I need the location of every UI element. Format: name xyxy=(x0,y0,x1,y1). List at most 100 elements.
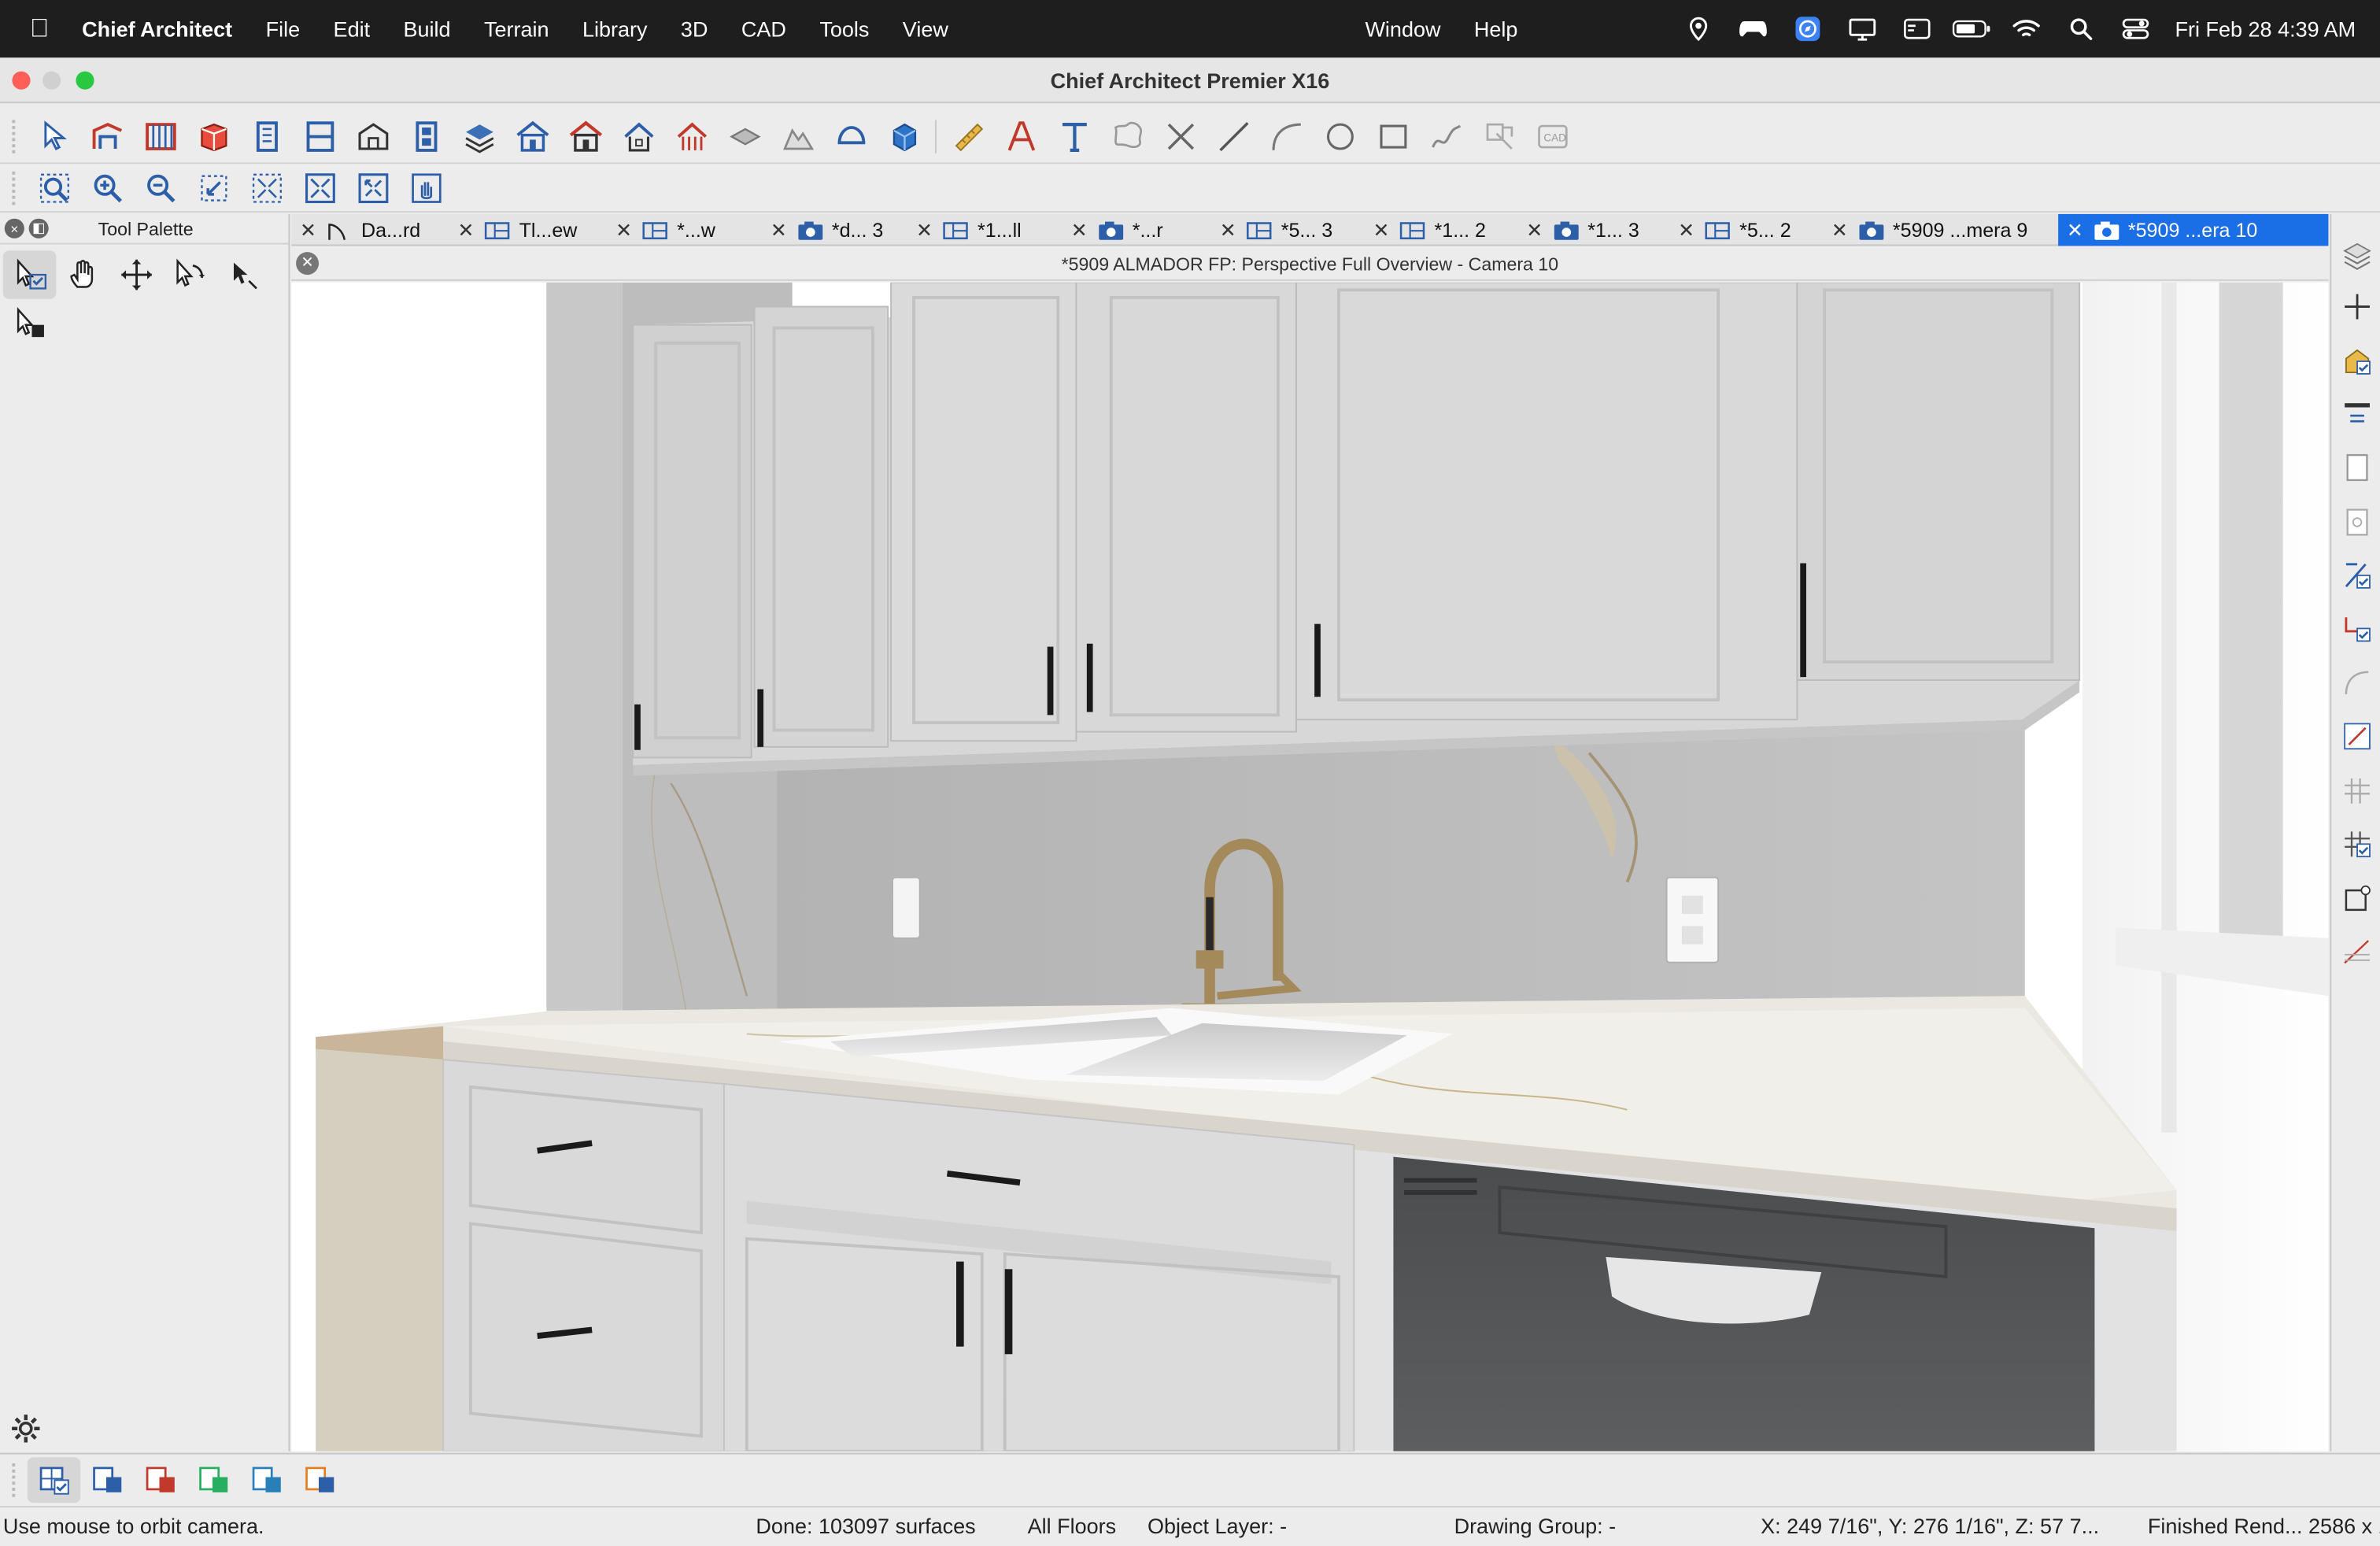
grid-snap-icon[interactable] xyxy=(2338,824,2377,864)
view-tab-active[interactable]: ✕ *5909 ...era 10 xyxy=(2058,213,2329,246)
tab-close-icon[interactable]: ✕ xyxy=(1669,218,1702,242)
delete-objects-icon[interactable] xyxy=(1154,115,1207,157)
roof-tools-icon[interactable] xyxy=(505,115,558,157)
cad-blocks-icon[interactable] xyxy=(1473,115,1526,157)
zoom-window-icon[interactable] xyxy=(28,166,80,209)
elevation-view-icon[interactable] xyxy=(80,1456,133,1502)
grid-display-icon[interactable] xyxy=(2338,771,2377,811)
draw-rectangle-icon[interactable] xyxy=(1366,115,1420,157)
reference-display-icon[interactable] xyxy=(2338,342,2377,381)
menu-window[interactable]: Window xyxy=(1348,17,1457,41)
edit-pointer-icon[interactable] xyxy=(216,250,268,299)
fill-window-building-icon[interactable] xyxy=(293,166,346,209)
render-view-icon[interactable] xyxy=(134,1456,187,1502)
spotlight-search-icon[interactable] xyxy=(2061,17,2101,41)
edit-handles-icon[interactable] xyxy=(2338,716,2377,756)
select-objects-icon[interactable] xyxy=(28,115,80,157)
draw-line-icon[interactable] xyxy=(1207,115,1260,157)
cabinet-elevation-icon[interactable] xyxy=(399,115,452,157)
tab-close-icon[interactable]: ✕ xyxy=(449,218,482,242)
draw-spline-icon[interactable] xyxy=(1419,115,1472,157)
app-menu[interactable]: Chief Architect xyxy=(79,17,249,41)
menu-3d[interactable]: 3D xyxy=(664,17,725,41)
angle-snap-icon[interactable] xyxy=(2338,664,2377,703)
general-shapes-icon[interactable] xyxy=(824,115,878,157)
layer-display-icon[interactable] xyxy=(2338,235,2377,275)
menu-edit[interactable]: Edit xyxy=(316,17,386,41)
tab-close-icon[interactable]: ✕ xyxy=(1518,218,1551,242)
wifi-icon[interactable] xyxy=(2006,17,2046,41)
layout-view-icon[interactable] xyxy=(293,1456,346,1502)
terrain-tools-icon[interactable] xyxy=(771,115,824,157)
undo-zoom-icon[interactable] xyxy=(187,166,239,209)
door-tools-icon[interactable] xyxy=(240,115,293,157)
tab-close-icon[interactable]: ✕ xyxy=(1062,218,1096,242)
swap-reference-icon[interactable] xyxy=(2338,393,2377,432)
card-icon[interactable] xyxy=(1898,17,1937,41)
menu-library[interactable]: Library xyxy=(566,17,664,41)
gamepad-icon[interactable] xyxy=(1733,17,1772,41)
tab-close-icon[interactable]: ✕ xyxy=(1365,218,1398,242)
text-tools-icon[interactable] xyxy=(1048,115,1100,157)
3d-box-icon[interactable] xyxy=(878,115,930,157)
bounding-box-icon[interactable] xyxy=(2338,879,2377,919)
house-tools-icon[interactable] xyxy=(559,115,612,157)
move-camera-icon[interactable] xyxy=(109,250,162,299)
zoom-out-icon[interactable] xyxy=(134,166,187,209)
window-tools-icon[interactable] xyxy=(293,115,346,157)
toolbar-grip[interactable] xyxy=(12,119,18,153)
callout-tools-icon[interactable] xyxy=(1100,115,1154,157)
cabinet-tools-icon[interactable] xyxy=(187,115,239,157)
3d-render-view[interactable] xyxy=(291,282,2329,1452)
tab-close-icon[interactable]: ✕ xyxy=(607,218,640,242)
zoom-in-icon[interactable] xyxy=(80,166,133,209)
tab-close-icon[interactable]: ✕ xyxy=(2058,218,2091,242)
palette-float-icon[interactable]: ◧ xyxy=(28,218,49,239)
dimension-tools-icon[interactable] xyxy=(941,115,995,157)
view-tab[interactable]: ✕ *...w xyxy=(607,214,762,246)
pan-hand-icon[interactable] xyxy=(56,250,109,299)
view-tab[interactable]: ✕ Da...rd xyxy=(291,214,449,246)
menu-tools[interactable]: Tools xyxy=(803,17,885,41)
draw-arc-icon[interactable] xyxy=(1260,115,1314,157)
view-tab[interactable]: ✕ Tl...ew xyxy=(449,214,608,246)
draw-circle-icon[interactable] xyxy=(1313,115,1366,157)
tab-close-icon[interactable]: ✕ xyxy=(291,218,324,242)
view-tab[interactable]: ✕ *d... 3 xyxy=(762,214,907,246)
cad-detail-icon[interactable]: CAD xyxy=(1525,115,1579,157)
battery-icon[interactable] xyxy=(1952,17,1991,41)
terrain-display-icon[interactable] xyxy=(2338,932,2377,971)
framing-tools-icon[interactable] xyxy=(665,115,718,157)
fill-window-icon[interactable] xyxy=(240,166,293,209)
active-plan-icon[interactable] xyxy=(27,1456,81,1503)
location-pin-icon[interactable] xyxy=(1679,17,1718,42)
camera-orbit-select-icon[interactable] xyxy=(2,250,57,299)
floor-tools-icon[interactable] xyxy=(453,115,505,157)
control-center-icon[interactable] xyxy=(2116,17,2155,41)
menu-terrain[interactable]: Terrain xyxy=(468,17,566,41)
view-tab[interactable]: ✕ *1... 2 xyxy=(1365,214,1518,246)
stair-tools-icon[interactable] xyxy=(346,115,399,157)
slab-tools-icon[interactable] xyxy=(718,115,771,157)
tab-close-icon[interactable]: ✕ xyxy=(1823,218,1856,242)
rotate-select-icon[interactable] xyxy=(162,250,215,299)
menubar-clock[interactable]: Fri Feb 28 4:39 AM xyxy=(2163,17,2380,41)
palette-close-icon[interactable]: × xyxy=(4,218,24,239)
plan-view-icon[interactable] xyxy=(240,1456,293,1502)
view-tab[interactable]: ✕ *5... 2 xyxy=(1669,214,1823,246)
tab-close-icon[interactable]: ✕ xyxy=(907,218,941,242)
toolbar-grip[interactable] xyxy=(12,1463,18,1496)
toolbar-grip[interactable] xyxy=(12,170,18,205)
safari-icon[interactable] xyxy=(1788,17,1828,42)
object-snap-icon[interactable] xyxy=(2338,608,2377,648)
menu-file[interactable]: File xyxy=(249,17,316,41)
view-tab[interactable]: ✕ *5... 3 xyxy=(1211,214,1365,246)
view-tab[interactable]: ✕ *...r xyxy=(1062,214,1211,246)
dormer-tools-icon[interactable] xyxy=(612,115,664,157)
menu-build[interactable]: Build xyxy=(386,17,467,41)
pan-hand-icon[interactable] xyxy=(399,166,452,209)
menu-cad[interactable]: CAD xyxy=(725,17,803,41)
view-tab[interactable]: ✕ *1... 3 xyxy=(1518,214,1670,246)
menu-view[interactable]: View xyxy=(886,17,965,41)
view-tab[interactable]: ✕ *5909 ...mera 9 xyxy=(1823,214,2058,246)
